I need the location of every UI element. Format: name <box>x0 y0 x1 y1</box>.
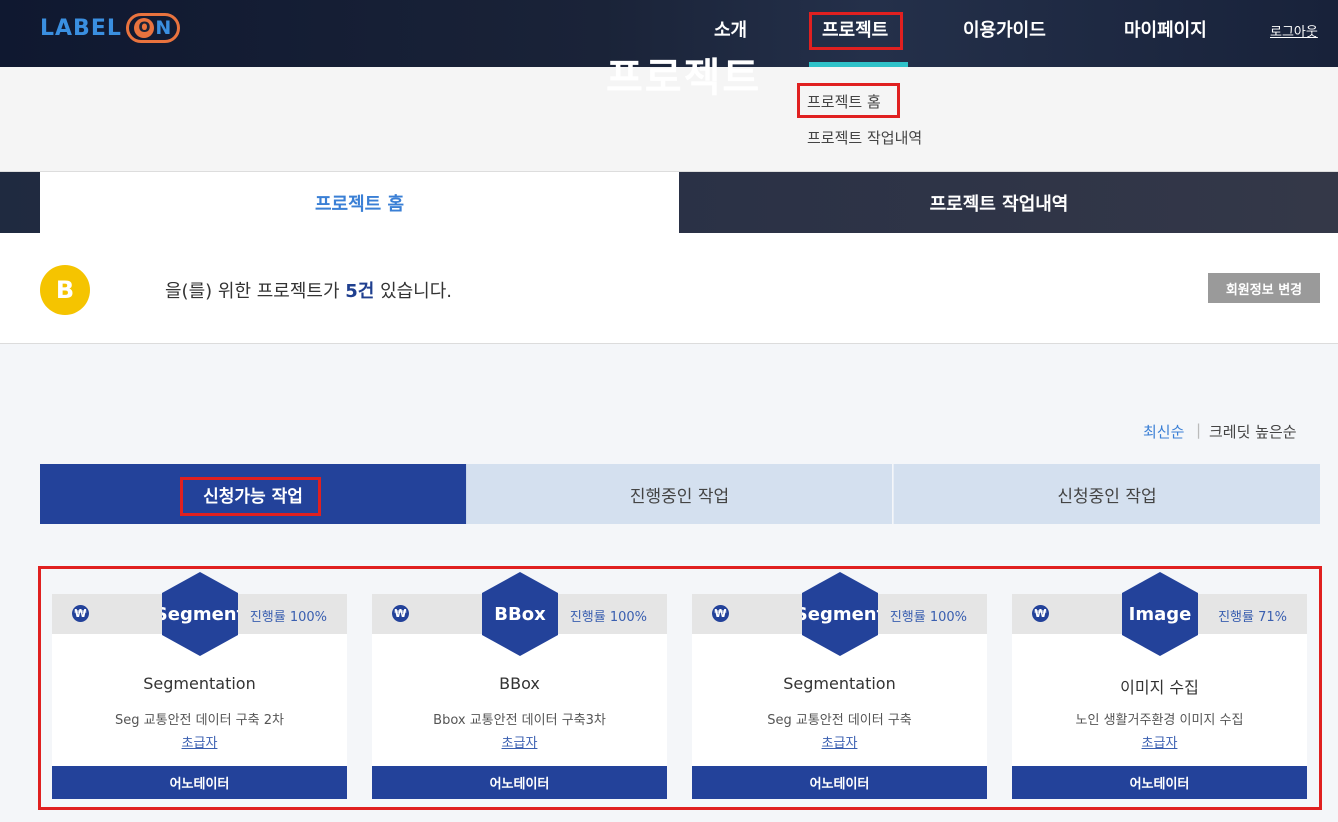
card-level-link[interactable]: 초급자 <box>1012 732 1307 751</box>
annotator-button[interactable]: 어노테이터 <box>1012 766 1307 799</box>
progress-text: 진행률 100% <box>249 610 327 625</box>
progress-text: 진행률 100% <box>889 610 967 625</box>
progress-text: 진행률 71% <box>1218 610 1287 625</box>
nav-mypage[interactable]: 마이페이지 <box>1124 16 1207 42</box>
logo-o: O <box>134 18 155 38</box>
sort-separator: | <box>1196 421 1202 439</box>
labelon-logo[interactable]: LABEL O N <box>40 12 180 44</box>
avatar: B <box>40 265 90 315</box>
project-card[interactable]: ₩ 진행률 71% Image 이미지 수집 노인 생활거주환경 이미지 수집 … <box>1012 572 1307 799</box>
badge-label: Segment <box>154 603 246 625</box>
nav-guide[interactable]: 이용가이드 <box>963 16 1046 42</box>
dropdown-item-project-history[interactable]: 프로젝트 작업내역 <box>807 127 922 148</box>
progress-text: 진행률 100% <box>569 610 647 625</box>
sort-credit-high[interactable]: 크레딧 높은순 <box>1209 421 1297 442</box>
card-description: Bbox 교통안전 데이터 구축3차 <box>433 713 606 728</box>
tab-project-home[interactable]: 프로젝트 홈 <box>40 172 679 233</box>
card-title: Segmentation <box>143 674 256 693</box>
project-count-text: 을(를) 위한 프로젝트가 5건 있습니다. <box>165 277 452 303</box>
card-level-link[interactable]: 초급자 <box>692 732 987 751</box>
project-dropdown: 프로젝트 프로젝트 홈 프로젝트 작업내역 <box>0 55 1338 172</box>
nav-intro[interactable]: 소개 <box>714 16 747 42</box>
logout-link[interactable]: 로그아웃 <box>1270 21 1318 40</box>
card-title: 이미지 수집 <box>1120 678 1199 697</box>
annotator-button[interactable]: 어노테이터 <box>52 766 347 799</box>
won-icon: ₩ <box>392 605 409 622</box>
sub-tabs: 프로젝트 홈 프로젝트 작업내역 <box>0 172 1338 233</box>
badge-label: Segment <box>794 603 886 625</box>
project-card[interactable]: ₩ 진행률 100% Segment Segmentation Seg 교통안전… <box>692 572 987 799</box>
won-icon: ₩ <box>72 605 89 622</box>
highlight-box-nav-project <box>809 12 903 50</box>
tab-project-history[interactable]: 프로젝트 작업내역 <box>679 172 1319 233</box>
project-card[interactable]: ₩ 진행률 100% BBox BBox Bbox 교통안전 데이터 구축3차 … <box>372 572 667 799</box>
tab-in-progress-jobs[interactable]: 진행중인 작업 <box>466 464 892 524</box>
won-icon: ₩ <box>1032 605 1049 622</box>
card-level-link[interactable]: 초급자 <box>52 732 347 751</box>
badge-label: BBox <box>494 603 546 625</box>
tab-applying-jobs[interactable]: 신청중인 작업 <box>893 464 1320 524</box>
annotator-button[interactable]: 어노테이터 <box>372 766 667 799</box>
card-level-link[interactable]: 초급자 <box>372 732 667 751</box>
card-title: Segmentation <box>783 674 896 693</box>
sort-latest[interactable]: 최신순 <box>1143 421 1184 442</box>
highlight-box-available-jobs <box>180 477 321 516</box>
logo-on-mark: O N <box>125 13 180 43</box>
card-description: Seg 교통안전 데이터 구축 2차 <box>115 713 284 728</box>
info-text-after: 있습니다. <box>374 281 453 302</box>
card-description: Seg 교통안전 데이터 구축 <box>767 713 912 728</box>
card-description: 노인 생활거주환경 이미지 수집 <box>1075 713 1244 728</box>
hero-title: 프로젝트 <box>606 55 762 101</box>
edit-profile-button[interactable]: 회원정보 변경 <box>1208 273 1320 303</box>
highlight-box-project-home <box>797 83 900 118</box>
logo-n: N <box>155 17 172 39</box>
annotator-button[interactable]: 어노테이터 <box>692 766 987 799</box>
badge-label: Image <box>1128 603 1192 625</box>
project-count: 5건 <box>345 281 375 302</box>
info-text-before: 을(를) 위한 프로젝트가 <box>165 281 346 302</box>
won-icon: ₩ <box>712 605 729 622</box>
user-info-bar: B 을(를) 위한 프로젝트가 5건 있습니다. 회원정보 변경 <box>0 233 1338 344</box>
logo-text: LABEL <box>40 15 122 41</box>
card-title: BBox <box>499 674 540 693</box>
project-card[interactable]: ₩ 진행률 100% Segment Segmentation Seg 교통안전… <box>52 572 347 799</box>
